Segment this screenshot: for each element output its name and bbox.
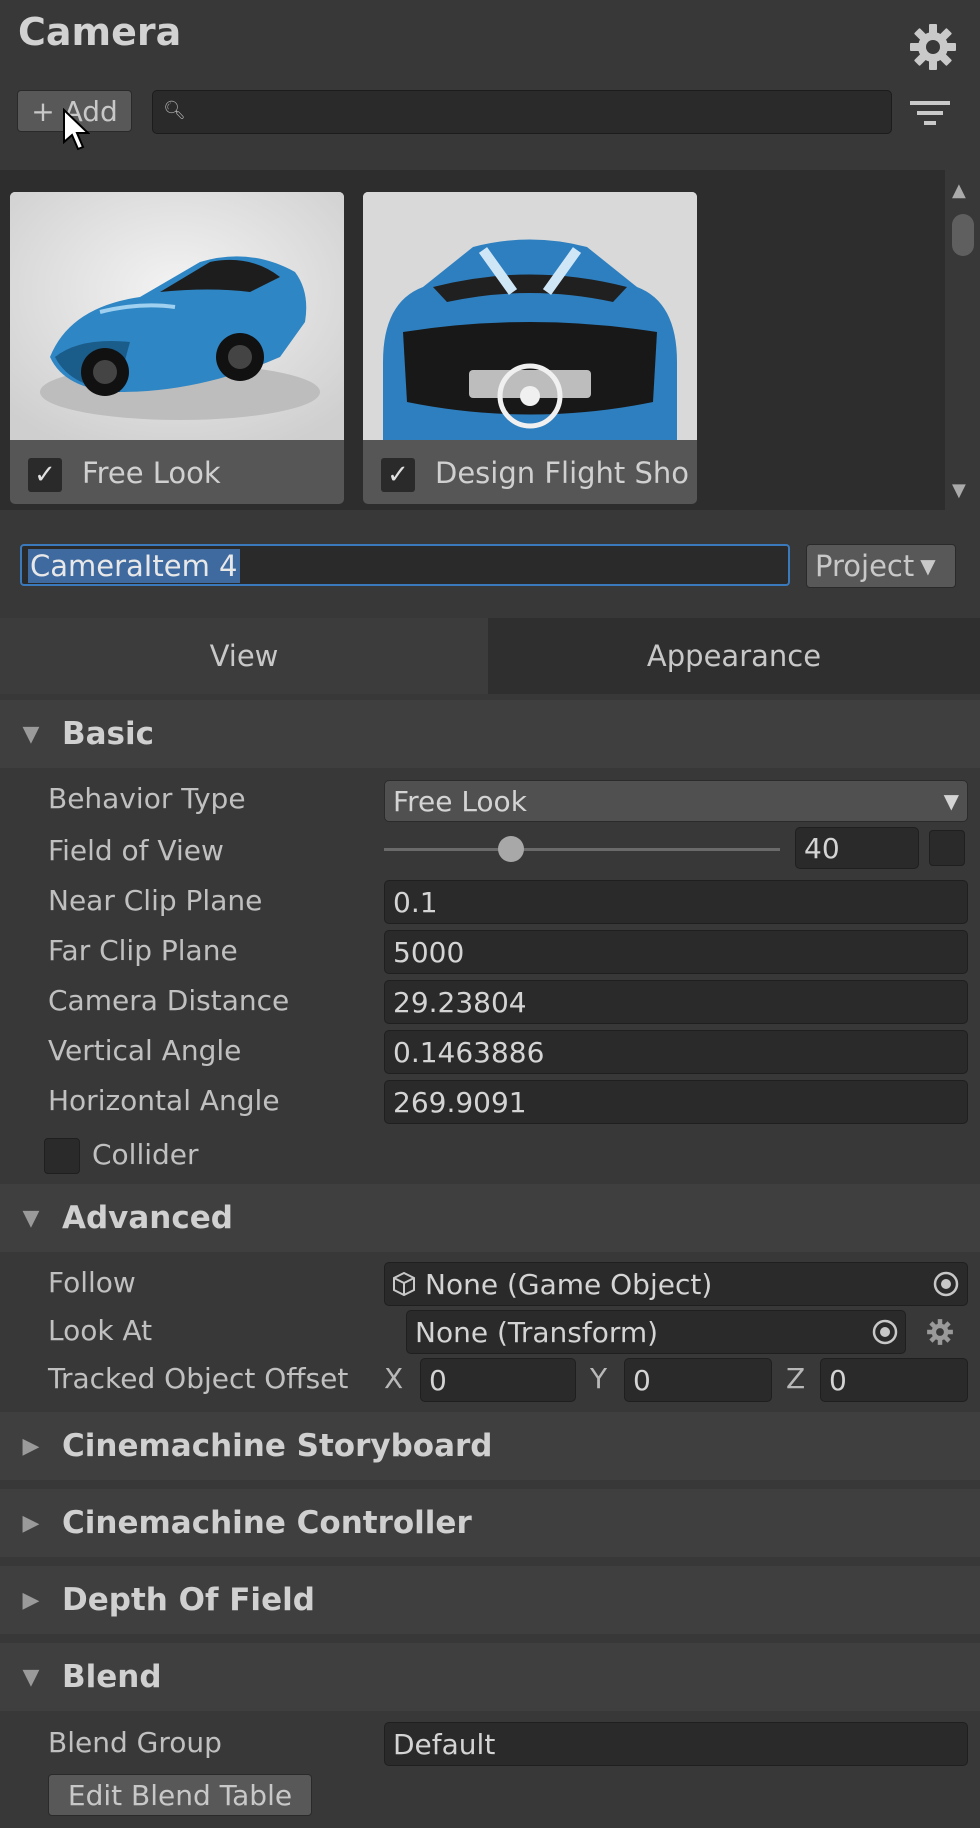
offset-x-input[interactable]: 0 [420, 1358, 576, 1402]
look-at-picker-target-icon[interactable] [868, 1315, 902, 1349]
chevron-down-icon: ▼ [920, 554, 936, 578]
scroll-down-arrow-icon[interactable]: ▼ [952, 480, 966, 501]
expanded-triangle-icon: ▼ [22, 1205, 40, 1231]
section-header-basic[interactable]: ▼ Basic [0, 700, 980, 768]
chevron-down-icon: ▼ [943, 789, 959, 813]
section-header-advanced[interactable]: ▼ Advanced [0, 1184, 980, 1252]
section-header-blend[interactable]: ▼ Blend [0, 1643, 980, 1711]
field-of-view-label: Field of View [48, 834, 224, 867]
follow-object-field[interactable]: None (Game Object) [384, 1262, 968, 1306]
field-of-view-slider-handle[interactable] [497, 836, 524, 862]
look-at-object-field[interactable]: None (Transform) [406, 1310, 906, 1354]
card-label: Design Flight Sho [435, 456, 690, 490]
offset-z-input[interactable]: 0 [820, 1358, 968, 1402]
section-header-cinemachine-storyboard[interactable]: ▶ Cinemachine Storyboard [0, 1412, 980, 1480]
camera-card-free-look[interactable]: ✓ Free Look [10, 192, 344, 504]
section-title: Blend [62, 1659, 162, 1695]
mouse-cursor-icon [63, 108, 90, 151]
look-at-value: None (Transform) [415, 1315, 659, 1349]
near-clip-input[interactable]: 0.1 [384, 880, 968, 924]
collapsed-triangle-icon: ▶ [22, 1587, 40, 1613]
collapsed-triangle-icon: ▶ [22, 1510, 40, 1536]
behavior-type-label: Behavior Type [48, 782, 246, 815]
section-title: Basic [62, 716, 155, 752]
section-title: Cinemachine Storyboard [62, 1428, 493, 1464]
tab-appearance[interactable]: Appearance [488, 618, 980, 694]
search-input[interactable]: 🔍︎ [152, 90, 892, 134]
expanded-triangle-icon: ▼ [22, 721, 40, 747]
search-icon: 🔍︎ [163, 100, 186, 121]
behavior-type-value: Free Look [393, 784, 527, 818]
section-header-cinemachine-controller[interactable]: ▶ Cinemachine Controller [0, 1489, 980, 1557]
tab-view[interactable]: View [0, 618, 488, 694]
filter-icon[interactable] [910, 98, 950, 128]
tracked-offset-label: Tracked Object Offset [48, 1362, 349, 1395]
far-clip-input[interactable]: 5000 [384, 930, 968, 974]
design-flight-checkbox[interactable]: ✓ [381, 458, 415, 492]
follow-picker-target-icon[interactable] [929, 1267, 963, 1301]
follow-value: None (Game Object) [425, 1267, 713, 1301]
offset-z-label: Z [786, 1362, 806, 1395]
camera-name-selected-text: CameraItem 4 [28, 549, 240, 583]
blend-group-input[interactable]: Default [384, 1722, 968, 1766]
scroll-up-arrow-icon[interactable]: ▲ [952, 180, 966, 201]
near-clip-label: Near Clip Plane [48, 884, 263, 917]
cube-icon [393, 1271, 415, 1297]
section-header-depth-of-field[interactable]: ▶ Depth Of Field [0, 1566, 980, 1634]
camera-distance-input[interactable]: 29.23804 [384, 980, 968, 1024]
collider-label: Collider [92, 1138, 199, 1171]
camera-distance-label: Camera Distance [48, 984, 290, 1017]
car-thumbnail-image [363, 192, 697, 440]
look-at-settings-gear-icon[interactable] [923, 1315, 957, 1349]
panel-title: Camera [18, 10, 182, 54]
collapsed-triangle-icon: ▶ [22, 1433, 40, 1459]
scope-value: Project [815, 549, 915, 583]
scroll-thumb[interactable] [952, 214, 974, 256]
field-of-view-slider-track[interactable] [384, 848, 780, 851]
edit-blend-table-button[interactable]: Edit Blend Table [48, 1774, 312, 1816]
car-thumbnail-image [10, 192, 344, 440]
horizontal-angle-input[interactable]: 269.9091 [384, 1080, 968, 1124]
vertical-angle-input[interactable]: 0.1463886 [384, 1030, 968, 1074]
look-at-label: Look At [48, 1314, 153, 1347]
horizontal-angle-label: Horizontal Angle [48, 1084, 280, 1117]
free-look-checkbox[interactable]: ✓ [28, 458, 62, 492]
camera-card-design-flight[interactable]: ✓ Design Flight Sho [363, 192, 697, 504]
far-clip-label: Far Clip Plane [48, 934, 238, 967]
follow-label: Follow [48, 1266, 136, 1299]
card-label: Free Look [82, 456, 221, 490]
camera-name-input[interactable]: CameraItem 4 [20, 544, 790, 586]
scope-dropdown[interactable]: Project ▼ [806, 544, 956, 588]
blend-group-label: Blend Group [48, 1726, 222, 1759]
section-title: Cinemachine Controller [62, 1505, 472, 1541]
collider-checkbox[interactable] [44, 1138, 80, 1174]
field-of-view-toggle[interactable] [929, 830, 965, 866]
offset-y-input[interactable]: 0 [624, 1358, 772, 1402]
section-title: Advanced [62, 1200, 233, 1236]
field-of-view-input[interactable]: 40 [795, 827, 919, 869]
offset-y-label: Y [590, 1362, 608, 1395]
section-title: Depth Of Field [62, 1582, 315, 1618]
settings-gear-icon[interactable] [908, 22, 958, 72]
behavior-type-dropdown[interactable]: Free Look ▼ [384, 780, 968, 822]
offset-x-label: X [384, 1362, 404, 1395]
expanded-triangle-icon: ▼ [22, 1664, 40, 1690]
vertical-angle-label: Vertical Angle [48, 1034, 242, 1067]
